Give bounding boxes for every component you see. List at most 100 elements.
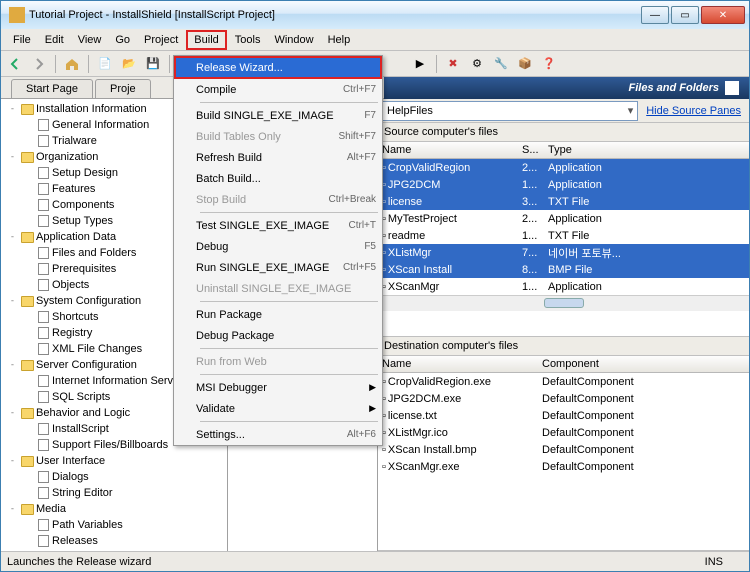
tab-project[interactable]: Proje: [95, 79, 151, 98]
tool3-icon[interactable]: 📦: [515, 54, 535, 74]
tree-label: Prerequisites: [52, 263, 116, 275]
expand-icon[interactable]: -: [7, 232, 18, 242]
menu-item[interactable]: CompileCtrl+F7: [174, 79, 382, 100]
menu-item[interactable]: MSI Debugger▶: [174, 377, 382, 398]
menu-view[interactable]: View: [72, 32, 108, 48]
item-icon: [36, 374, 50, 388]
expand-icon[interactable]: -: [7, 104, 18, 114]
menu-label: Uninstall SINGLE_EXE_IMAGE: [196, 283, 376, 295]
tree-node[interactable]: -User Interface: [3, 453, 227, 469]
col-component[interactable]: Component: [538, 356, 749, 372]
expand-icon[interactable]: -: [7, 456, 18, 466]
open-button[interactable]: 📂: [119, 54, 139, 74]
menu-item[interactable]: Release Wizard...: [174, 56, 382, 79]
table-row[interactable]: ▫CropValidRegion.exeDefaultComponent: [378, 373, 749, 390]
table-row[interactable]: ▫XScanMgr1...Application: [378, 278, 749, 295]
tree-label: Server Configuration: [36, 359, 137, 371]
col-name[interactable]: Name: [378, 356, 538, 372]
menu-edit[interactable]: Edit: [39, 32, 70, 48]
tree-node[interactable]: -Media: [3, 501, 227, 517]
expand-icon[interactable]: -: [7, 504, 18, 514]
table-row[interactable]: ▫XListMgr.icoDefaultComponent: [378, 424, 749, 441]
expand-icon[interactable]: -: [7, 408, 18, 418]
tab-start-page[interactable]: Start Page: [11, 79, 93, 98]
feature-combo[interactable]: HelpFiles ▾: [382, 101, 638, 121]
table-row[interactable]: ▫XListMgr7...네이버 포토뷰...: [378, 244, 749, 261]
menu-item[interactable]: Build SINGLE_EXE_IMAGEF7: [174, 105, 382, 126]
expand-icon[interactable]: -: [7, 152, 18, 162]
close-button[interactable]: ✕: [701, 6, 745, 24]
build-menu[interactable]: Release Wizard...CompileCtrl+F7 Build SIN…: [173, 55, 383, 446]
menu-label: Run Package: [196, 309, 376, 321]
menu-item[interactable]: Run SINGLE_EXE_IMAGECtrl+F5: [174, 257, 382, 278]
menu-item[interactable]: Debug Package: [174, 325, 382, 346]
dest-file-grid[interactable]: Name Component ▫CropValidRegion.exeDefau…: [378, 356, 749, 551]
tool-icon[interactable]: ⚙: [467, 54, 487, 74]
tree-label: Releases: [52, 535, 98, 547]
menu-item[interactable]: Test SINGLE_EXE_IMAGECtrl+T: [174, 215, 382, 236]
table-row[interactable]: ▫JPG2DCM1...Application: [378, 176, 749, 193]
minimize-button[interactable]: —: [641, 6, 669, 24]
home-button[interactable]: [62, 54, 82, 74]
menu-item[interactable]: Batch Build...: [174, 168, 382, 189]
menu-help[interactable]: Help: [322, 32, 357, 48]
tree-label: System Configuration: [36, 295, 141, 307]
grid-header[interactable]: Name S... Type: [378, 142, 749, 159]
source-file-grid[interactable]: Name S... Type ▫CropValidRegion2...Appli…: [378, 142, 749, 337]
item-icon: [36, 310, 50, 324]
folder-icon: [20, 230, 34, 244]
table-row[interactable]: ▫XScan Install.bmpDefaultComponent: [378, 441, 749, 458]
table-row[interactable]: ▫CropValidRegion2...Application: [378, 159, 749, 176]
menu-project[interactable]: Project: [138, 32, 184, 48]
expand-icon[interactable]: -: [7, 360, 18, 370]
menu-item: Uninstall SINGLE_EXE_IMAGE: [174, 278, 382, 299]
forward-button[interactable]: [29, 54, 49, 74]
menu-item[interactable]: DebugF5: [174, 236, 382, 257]
menu-file[interactable]: File: [7, 32, 37, 48]
menu-label: Validate: [196, 403, 369, 415]
menu-item[interactable]: Settings...Alt+F6: [174, 424, 382, 445]
run-button[interactable]: ▶: [410, 54, 430, 74]
file-type: BMP File: [544, 262, 749, 278]
table-row[interactable]: ▫JPG2DCM.exeDefaultComponent: [378, 390, 749, 407]
tree-label: String Editor: [52, 487, 113, 499]
item-icon: [36, 422, 50, 436]
col-type[interactable]: Type: [544, 142, 749, 158]
menu-item[interactable]: Refresh BuildAlt+F7: [174, 147, 382, 168]
menu-window[interactable]: Window: [268, 32, 319, 48]
menu-item[interactable]: Validate▶: [174, 398, 382, 419]
new-button[interactable]: 📄: [95, 54, 115, 74]
expand-icon[interactable]: -: [7, 296, 18, 306]
file-type: 네이버 포토뷰...: [544, 243, 749, 263]
table-row[interactable]: ▫MyTestProject2...Application: [378, 210, 749, 227]
col-size[interactable]: S...: [518, 142, 544, 158]
tree-node[interactable]: Dialogs: [3, 469, 227, 485]
file-size: 7...: [518, 245, 544, 261]
table-row[interactable]: ▫license.txtDefaultComponent: [378, 407, 749, 424]
maximize-button[interactable]: ▭: [671, 6, 699, 24]
table-row[interactable]: ▫XScan Install8...BMP File: [378, 261, 749, 278]
save-button[interactable]: 💾: [143, 54, 163, 74]
tree-node[interactable]: String Editor: [3, 485, 227, 501]
grid-header[interactable]: Name Component: [378, 356, 749, 373]
item-icon: [36, 246, 50, 260]
menu-label: Settings...: [196, 429, 347, 441]
back-button[interactable]: [5, 54, 25, 74]
menu-tools[interactable]: Tools: [229, 32, 267, 48]
menubar: FileEditViewGoProjectBuildToolsWindowHel…: [1, 29, 749, 51]
help-icon[interactable]: ❓: [539, 54, 559, 74]
menu-build[interactable]: Build: [186, 30, 226, 50]
col-name[interactable]: Name: [378, 142, 518, 158]
tree-label: Internet Information Serv: [52, 375, 173, 387]
menu-go[interactable]: Go: [109, 32, 136, 48]
table-row[interactable]: ▫readme1...TXT File: [378, 227, 749, 244]
table-row[interactable]: ▫license3...TXT File: [378, 193, 749, 210]
file-name: XScan Install: [388, 264, 452, 276]
stop-icon[interactable]: ✖: [443, 54, 463, 74]
tree-node[interactable]: Path Variables: [3, 517, 227, 533]
tree-node[interactable]: Releases: [3, 533, 227, 549]
table-row[interactable]: ▫XScanMgr.exeDefaultComponent: [378, 458, 749, 475]
hide-source-link[interactable]: Hide Source Panes: [646, 105, 741, 117]
tool2-icon[interactable]: 🔧: [491, 54, 511, 74]
menu-item[interactable]: Run Package: [174, 304, 382, 325]
